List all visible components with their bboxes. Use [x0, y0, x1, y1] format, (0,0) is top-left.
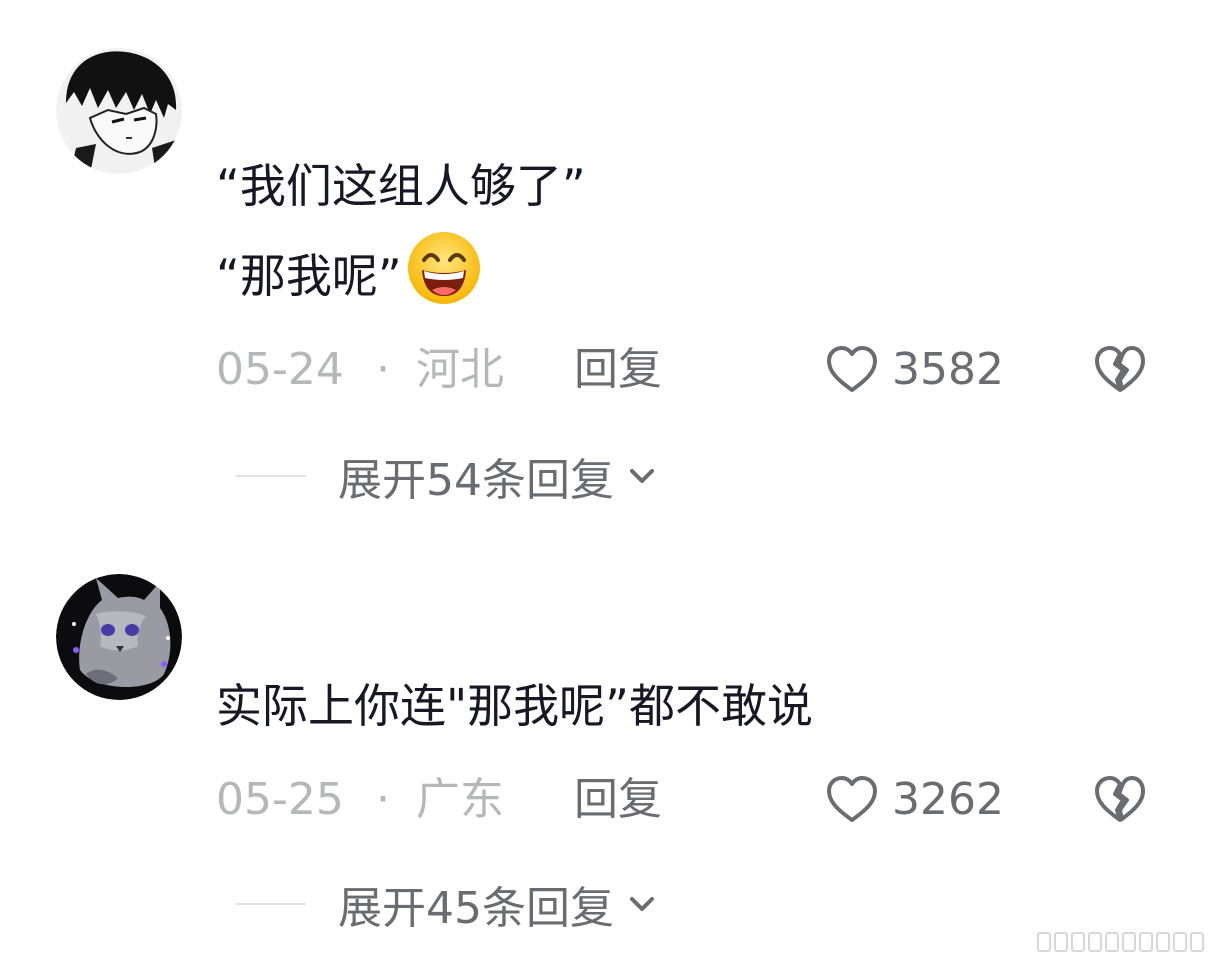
watermark-glyph	[1190, 932, 1204, 952]
watermark-glyph	[1088, 932, 1102, 952]
avatar[interactable]	[56, 48, 182, 174]
broken-heart-icon[interactable]	[1092, 772, 1148, 828]
chevron-down-icon	[620, 454, 664, 498]
comment-date: 05-25	[216, 774, 344, 825]
cat-avatar-image	[56, 574, 182, 700]
comment-text: “我们这组人够了” “那我呢”	[216, 142, 586, 320]
divider	[236, 475, 306, 477]
like-count: 3582	[892, 344, 1004, 395]
watermark-glyph	[1139, 932, 1153, 952]
reply-button[interactable]: 回复	[574, 340, 662, 400]
expand-replies-button[interactable]: 展开54条回复	[236, 446, 664, 506]
meta-separator: ·	[376, 344, 390, 395]
comment-list: “我们这组人够了” “那我呢” 05-24 · 河北 回复 3582 展开54条…	[0, 0, 1216, 976]
anime-boy-avatar-image	[56, 48, 182, 174]
comment-text-line: “我们这组人够了”	[216, 159, 586, 213]
comment-region: 广东	[416, 774, 504, 825]
comment-meta: 05-24 · 河北 回复 3582	[216, 340, 1176, 400]
like-count: 3262	[892, 774, 1004, 825]
watermark-glyph	[1122, 932, 1136, 952]
comment-text: 实际上你连"那我呢”都不敢说	[216, 662, 813, 750]
comment-region: 河北	[416, 344, 504, 395]
comment-meta: 05-25 · 广东 回复 3262	[216, 770, 1176, 830]
broken-heart-icon[interactable]	[1092, 342, 1148, 398]
watermark-glyph	[1105, 932, 1119, 952]
watermark-glyph	[1071, 932, 1085, 952]
watermark-glyph	[1156, 932, 1170, 952]
heart-icon	[824, 342, 880, 398]
comment-date: 05-24	[216, 344, 344, 395]
watermark-logo	[1000, 930, 1204, 954]
watermark-glyph	[1037, 932, 1051, 952]
comment-text-line: “那我呢”	[216, 230, 586, 320]
like-button[interactable]: 3582	[824, 340, 1004, 400]
expand-replies-label: 展开45条回复	[338, 883, 614, 934]
meta-separator: ·	[376, 774, 390, 825]
watermark-glyph	[1054, 932, 1068, 952]
comment-text-line-text: “那我呢”	[216, 249, 402, 303]
heart-icon	[824, 772, 880, 828]
watermark-glyph	[1173, 932, 1187, 952]
expand-replies-button[interactable]: 展开45条回复	[236, 874, 664, 934]
comment-text-line: 实际上你连"那我呢”都不敢说	[216, 679, 813, 733]
grinning-face-emoji-icon	[406, 230, 482, 306]
expand-replies-label: 展开54条回复	[338, 455, 614, 506]
avatar[interactable]	[56, 574, 182, 700]
reply-button[interactable]: 回复	[574, 770, 662, 830]
chevron-down-icon	[620, 882, 664, 926]
divider	[236, 903, 306, 905]
like-button[interactable]: 3262	[824, 770, 1004, 830]
